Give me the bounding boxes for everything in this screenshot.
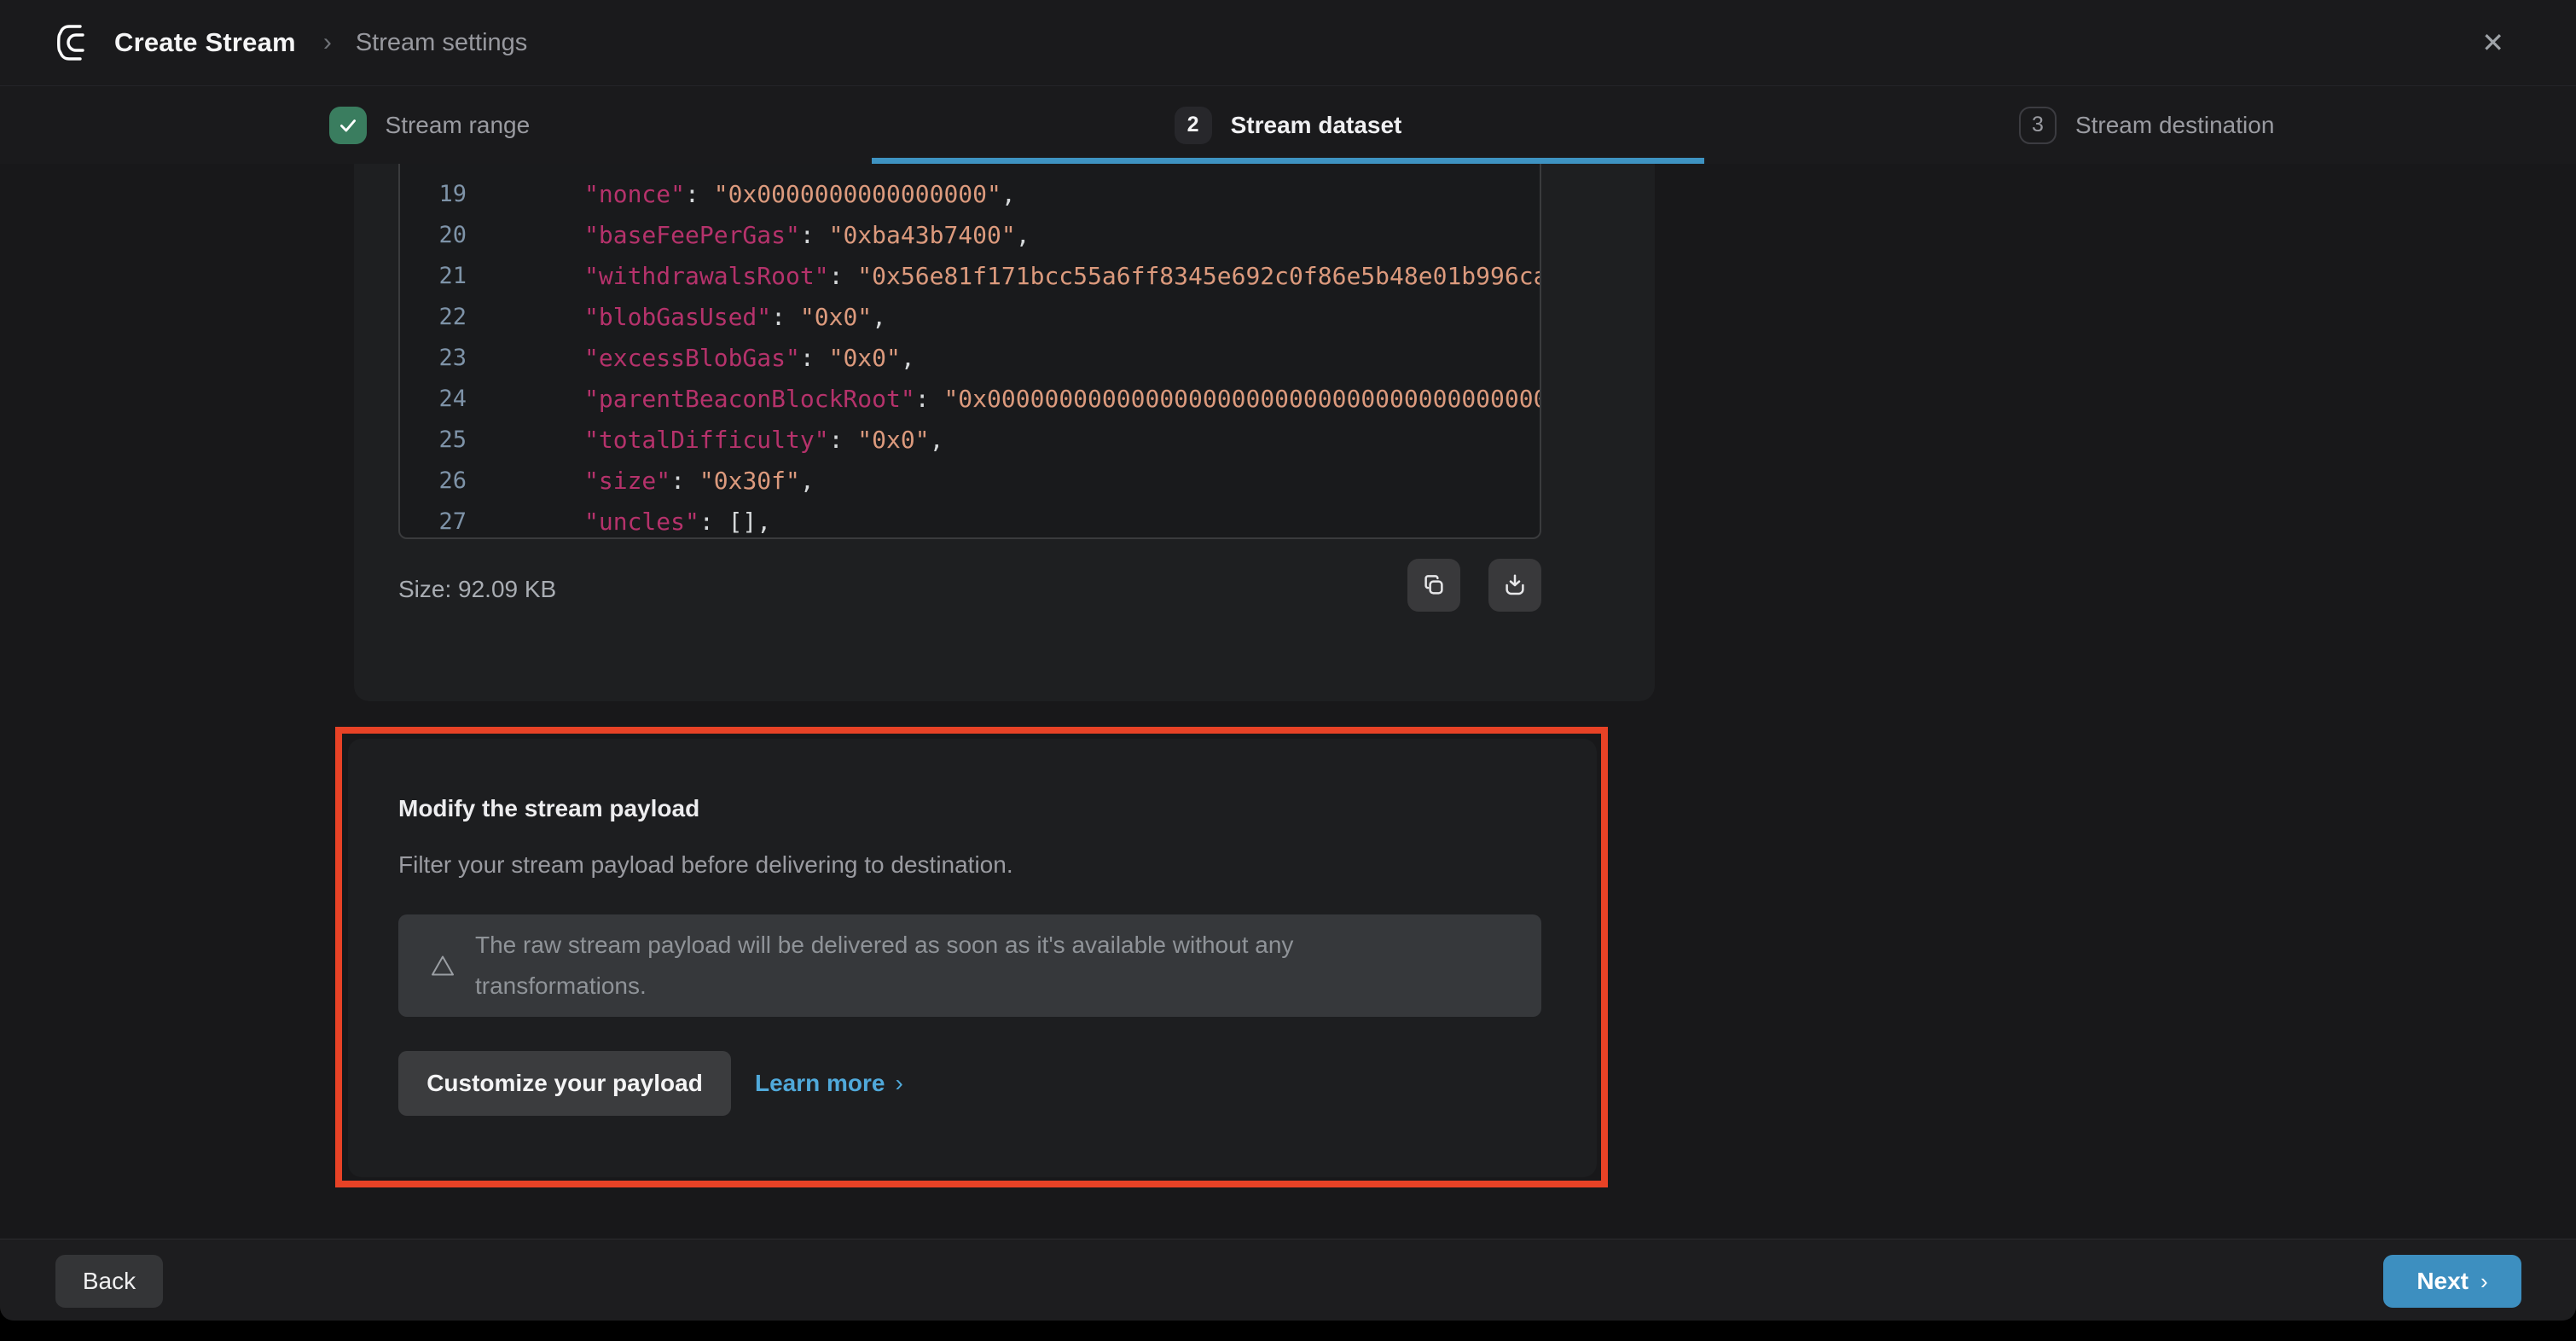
step-complete-check-icon bbox=[329, 107, 367, 144]
chevron-right-icon: › bbox=[2480, 1268, 2488, 1295]
next-button[interactable]: Next › bbox=[2383, 1255, 2521, 1308]
create-stream-window: Create Stream › Stream settings ✕ Stream… bbox=[0, 0, 2576, 1321]
modify-payload-title: Modify the stream payload bbox=[398, 795, 699, 822]
next-label: Next bbox=[2416, 1268, 2469, 1295]
step-label: Stream dataset bbox=[1231, 112, 1402, 139]
download-icon bbox=[1502, 572, 1528, 598]
line-number: 20 bbox=[400, 215, 467, 256]
code-text: "uncles": [], bbox=[475, 502, 1540, 539]
chevron-right-icon: › bbox=[896, 1070, 903, 1097]
code-line: 21"withdrawalsRoot": "0x56e81f171bcc55a6… bbox=[400, 256, 1540, 297]
step-stream-dataset[interactable]: 2 Stream dataset bbox=[859, 86, 1718, 164]
close-icon[interactable]: ✕ bbox=[2481, 0, 2504, 85]
breadcrumb-separator-icon: › bbox=[323, 28, 332, 57]
line-number: 19 bbox=[400, 174, 467, 215]
step-label: Stream range bbox=[386, 112, 531, 139]
code-text: "parentBeaconBlockRoot": "0x000000000000… bbox=[475, 379, 1540, 420]
code-text: "nonce": "0x0000000000000000", bbox=[475, 174, 1540, 215]
code-line: 22"blobGasUsed": "0x0", bbox=[400, 297, 1540, 338]
stepper: Stream range 2 Stream dataset 3 Stream d… bbox=[0, 85, 2576, 164]
customize-payload-button[interactable]: Customize your payload bbox=[398, 1051, 731, 1116]
step-stream-destination[interactable]: 3 Stream destination bbox=[1717, 86, 2576, 164]
footer-bar: Back Next › bbox=[0, 1239, 2576, 1321]
step-number-badge: 2 bbox=[1175, 107, 1212, 144]
line-number: 21 bbox=[400, 256, 467, 297]
modify-payload-subtitle: Filter your stream payload before delive… bbox=[398, 851, 1013, 879]
header: Create Stream › Stream settings ✕ bbox=[0, 0, 2576, 85]
code-text: "baseFeePerGas": "0xba43b7400", bbox=[475, 215, 1540, 256]
code-text: "withdrawalsRoot": "0x56e81f171bcc55a6ff… bbox=[475, 256, 1540, 297]
page-title: Create Stream bbox=[114, 27, 296, 58]
warning-text: The raw stream payload will be delivered… bbox=[475, 925, 1456, 1007]
code-line: 26"size": "0x30f", bbox=[400, 461, 1540, 502]
payload-size-label: Size: 92.09 KB bbox=[398, 563, 556, 616]
code-text: "excessBlobGas": "0x0", bbox=[475, 338, 1540, 379]
code-text: "size": "0x30f", bbox=[475, 461, 1540, 502]
code-line: 27"uncles": [], bbox=[400, 502, 1540, 539]
code-text: "blobGasUsed": "0x0", bbox=[475, 297, 1540, 338]
back-button[interactable]: Back bbox=[55, 1255, 163, 1308]
code-line: 24"parentBeaconBlockRoot": "0x0000000000… bbox=[400, 379, 1540, 420]
raw-payload-warning: The raw stream payload will be delivered… bbox=[398, 914, 1541, 1017]
learn-more-label: Learn more bbox=[755, 1070, 885, 1097]
line-number: 24 bbox=[400, 379, 467, 420]
step-number-badge: 3 bbox=[2019, 107, 2057, 144]
quicknode-streams-logo-icon bbox=[55, 22, 96, 63]
code-line: 25"totalDifficulty": "0x0", bbox=[400, 420, 1540, 461]
payload-code-viewer[interactable]: 18"mixHash": "0x000000000000000000000000… bbox=[398, 119, 1541, 539]
code-line: 20"baseFeePerGas": "0xba43b7400", bbox=[400, 215, 1540, 256]
code-line: 19"nonce": "0x0000000000000000", bbox=[400, 174, 1540, 215]
line-number: 27 bbox=[400, 502, 467, 539]
line-number: 22 bbox=[400, 297, 467, 338]
step-stream-range[interactable]: Stream range bbox=[0, 86, 859, 164]
copy-button[interactable] bbox=[1407, 559, 1460, 612]
learn-more-link[interactable]: Learn more › bbox=[755, 1051, 903, 1116]
line-number: 25 bbox=[400, 420, 467, 461]
code-text: "totalDifficulty": "0x0", bbox=[475, 420, 1540, 461]
download-button[interactable] bbox=[1488, 559, 1541, 612]
warning-triangle-icon bbox=[431, 955, 455, 977]
line-number: 23 bbox=[400, 338, 467, 379]
breadcrumb: Stream settings bbox=[356, 29, 527, 57]
copy-icon bbox=[1421, 572, 1447, 598]
line-number: 26 bbox=[400, 461, 467, 502]
code-line: 23"excessBlobGas": "0x0", bbox=[400, 338, 1540, 379]
step-label: Stream destination bbox=[2075, 112, 2274, 139]
